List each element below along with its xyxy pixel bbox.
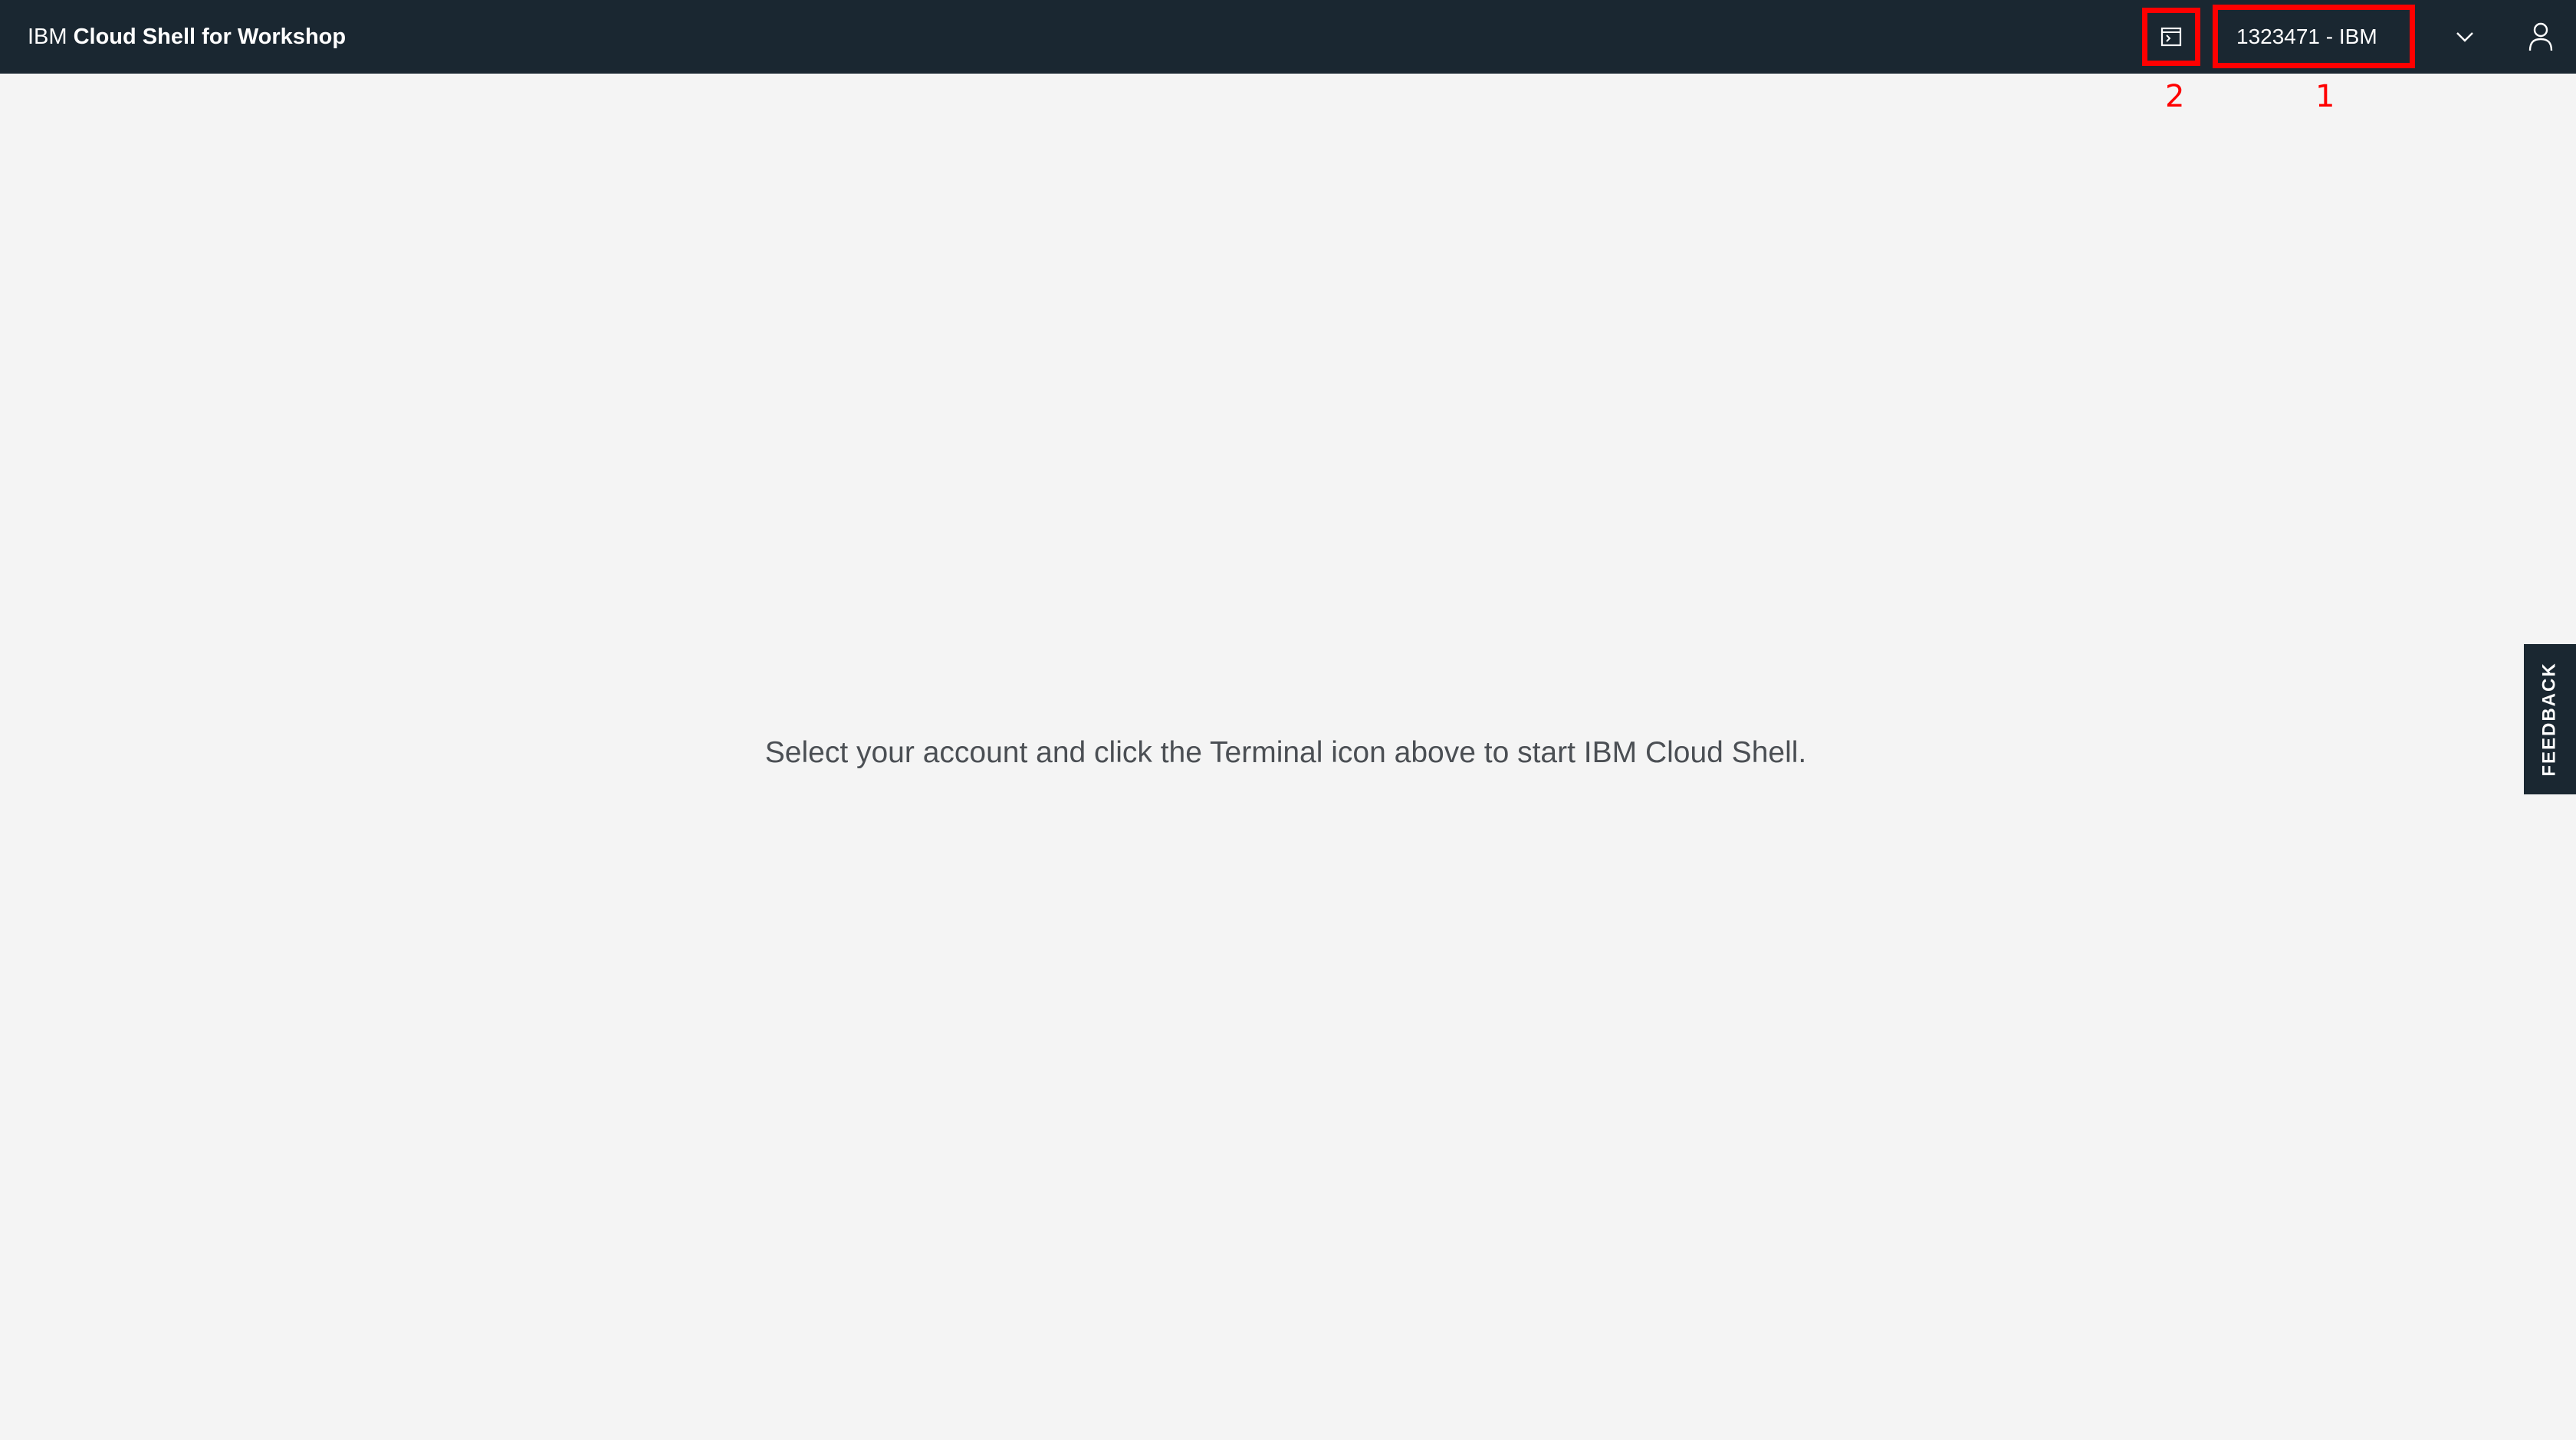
top-header: IBM Cloud Shell for Workshop 1323471 - IB…: [0, 0, 2576, 74]
brand-prefix: IBM: [28, 25, 67, 49]
account-dropdown-button[interactable]: [2438, 17, 2492, 57]
account-label: 1323471 - IBM: [2236, 24, 2377, 48]
feedback-tab[interactable]: FEEDBACK: [2524, 644, 2576, 794]
terminal-button[interactable]: [2142, 8, 2200, 66]
user-icon: [2528, 22, 2553, 51]
user-profile-button[interactable]: [2518, 14, 2564, 60]
feedback-label: FEEDBACK: [2539, 662, 2560, 777]
brand-name: Cloud Shell for Workshop: [73, 25, 347, 49]
app-brand[interactable]: IBM Cloud Shell for Workshop: [28, 0, 346, 74]
annotation-number-1: 1: [2315, 79, 2335, 114]
instruction-message: Select your account and click the Termin…: [0, 736, 2576, 770]
account-selector[interactable]: 1323471 - IBM: [2213, 5, 2415, 68]
terminal-icon: [2160, 27, 2182, 47]
chevron-down-icon: [2456, 32, 2473, 42]
instruction-text: Select your account and click the Termin…: [764, 736, 1807, 769]
annotation-number-2: 2: [2165, 79, 2185, 114]
